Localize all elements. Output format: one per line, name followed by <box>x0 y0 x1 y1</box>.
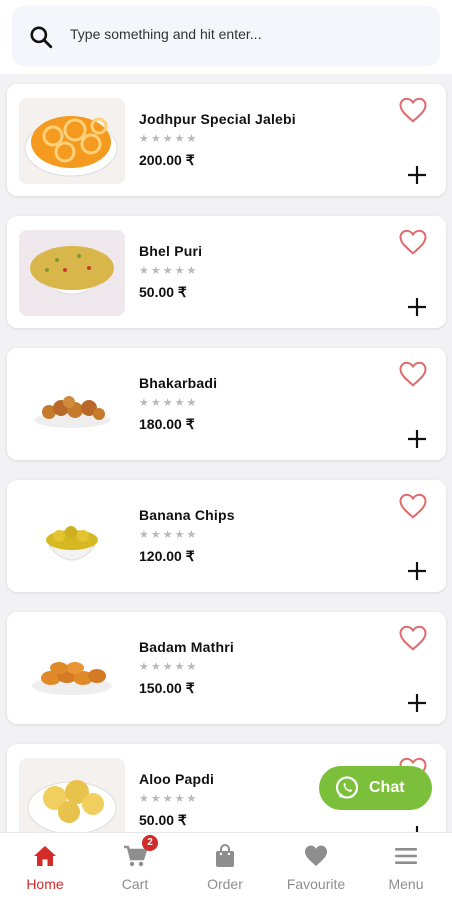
add-to-cart-plus-icon[interactable] <box>406 692 428 714</box>
product-image <box>19 98 125 184</box>
product-card[interactable]: Jodhpur Special Jalebi ★★★★★ 200.00 ₹ <box>7 84 446 196</box>
product-name: Bhel Puri <box>139 243 203 259</box>
add-to-cart-plus-icon[interactable] <box>406 428 428 450</box>
search-bar[interactable]: Type something and hit enter... <box>12 6 440 66</box>
nav-order-label: Order <box>207 876 243 892</box>
chat-label: Chat <box>369 779 405 796</box>
home-icon <box>34 846 56 866</box>
product-card[interactable]: Bhakarbadi ★★★★★ 180.00 ₹ <box>7 348 446 460</box>
top-bar: Type something and hit enter... <box>0 0 452 74</box>
nav-menu[interactable]: Menu <box>361 833 451 901</box>
nav-order[interactable]: Order <box>180 833 270 901</box>
add-to-cart-plus-icon[interactable] <box>406 824 428 832</box>
product-name: Bhakarbadi <box>139 375 218 391</box>
rating-stars: ★★★★★ <box>139 397 199 409</box>
shopping-bag-icon <box>216 844 234 867</box>
product-image <box>19 626 125 712</box>
product-price: 180.00 ₹ <box>139 416 195 432</box>
rating-stars: ★★★★★ <box>139 265 199 277</box>
favourite-heart-icon[interactable] <box>398 360 428 388</box>
product-card[interactable]: Bhel Puri ★★★★★ 50.00 ₹ <box>7 216 446 328</box>
favourite-heart-icon[interactable] <box>398 96 428 124</box>
rating-stars: ★★★★★ <box>139 793 199 805</box>
product-name: Jodhpur Special Jalebi <box>139 111 296 127</box>
nav-favourite-label: Favourite <box>286 876 346 892</box>
product-image <box>19 494 125 580</box>
nav-favourite[interactable]: Favourite <box>271 833 361 901</box>
search-input[interactable]: Type something and hit enter... <box>70 26 261 42</box>
add-to-cart-plus-icon[interactable] <box>406 164 428 186</box>
rating-stars: ★★★★★ <box>139 529 199 541</box>
product-name: Banana Chips <box>139 507 235 523</box>
product-image <box>19 758 125 832</box>
heart-icon <box>305 845 327 866</box>
favourite-heart-icon[interactable] <box>398 624 428 652</box>
product-card[interactable]: Badam Mathri ★★★★★ 150.00 ₹ <box>7 612 446 724</box>
search-icon <box>30 26 53 49</box>
product-price: 50.00 ₹ <box>139 284 187 300</box>
add-to-cart-plus-icon[interactable] <box>406 560 428 582</box>
nav-home-label: Home <box>26 876 64 892</box>
product-name: Badam Mathri <box>139 639 234 655</box>
favourite-heart-icon[interactable] <box>398 492 428 520</box>
rating-stars: ★★★★★ <box>139 661 199 673</box>
product-name: Aloo Papdi <box>139 771 215 787</box>
product-price: 50.00 ₹ <box>139 812 187 828</box>
product-image <box>19 230 125 316</box>
nav-cart-label: Cart <box>121 876 149 892</box>
bottom-navigation: Home 2 Cart Order Favourite Menu <box>0 832 452 901</box>
rating-stars: ★★★★★ <box>139 133 199 145</box>
nav-menu-label: Menu <box>388 876 424 892</box>
product-list[interactable]: Jodhpur Special Jalebi ★★★★★ 200.00 ₹ Bh… <box>0 74 452 832</box>
whatsapp-chat-button[interactable]: Chat <box>319 766 432 810</box>
product-price: 150.00 ₹ <box>139 680 195 696</box>
nav-home[interactable]: Home <box>0 833 90 901</box>
product-card[interactable]: Banana Chips ★★★★★ 120.00 ₹ <box>7 480 446 592</box>
product-price: 120.00 ₹ <box>139 548 195 564</box>
product-image <box>19 362 125 448</box>
add-to-cart-plus-icon[interactable] <box>406 296 428 318</box>
cart-count-badge: 2 <box>142 835 158 851</box>
menu-icon <box>395 848 417 864</box>
nav-cart[interactable]: 2 Cart <box>90 833 180 901</box>
product-price: 200.00 ₹ <box>139 152 195 168</box>
whatsapp-icon <box>335 776 359 799</box>
favourite-heart-icon[interactable] <box>398 228 428 256</box>
